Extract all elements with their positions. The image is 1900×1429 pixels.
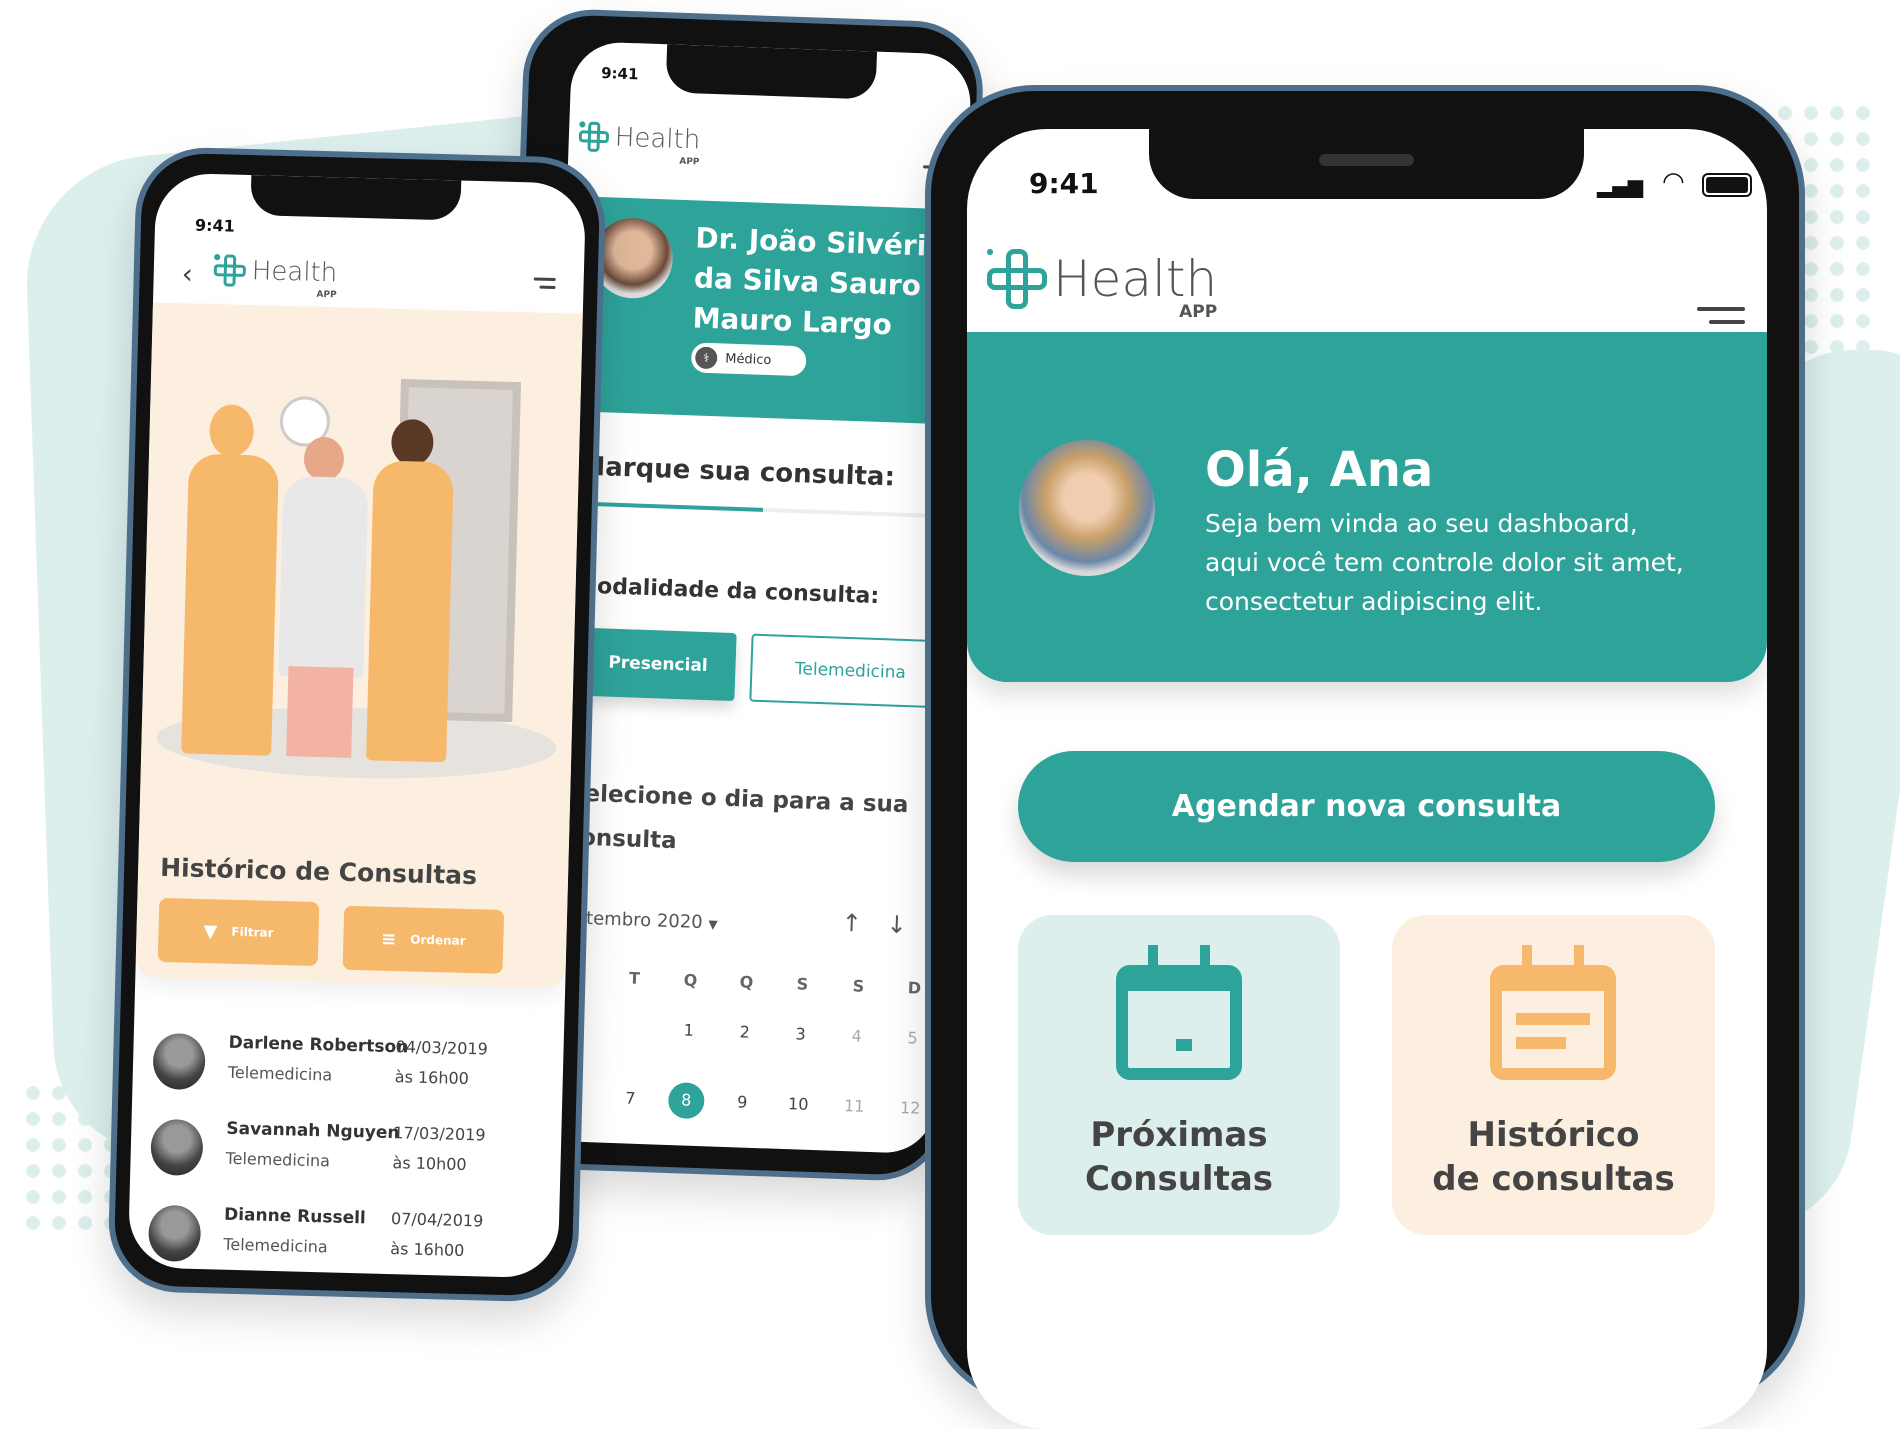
user-avatar (1019, 440, 1155, 576)
section-title: Marque sua consulta: (578, 451, 896, 493)
doctor-header: Dr. João Silvério da Silva Sauro Mauro L… (559, 195, 967, 425)
logo-text: Health (251, 256, 338, 289)
calendar-day[interactable]: 10 (783, 1094, 814, 1114)
weekday-header: T (628, 968, 641, 988)
next-month-arrow-icon[interactable]: ↓ (886, 910, 907, 939)
consultation-row[interactable]: Savannah Nguyen Telemedicina 17/03/2019 … (130, 1108, 562, 1199)
history-card[interactable]: Histórico de consultas (1392, 915, 1715, 1235)
consultation-date: 04/03/2019 (395, 1037, 489, 1059)
history-title: Histórico de Consultas (159, 852, 478, 891)
filter-button[interactable]: ▼ Filtrar (157, 897, 320, 967)
modality-label: Modalidade da consulta: (574, 573, 880, 610)
health-logo: Health APP (578, 121, 701, 167)
consultation-date: 17/03/2019 (393, 1123, 486, 1145)
upcoming-consultations-card[interactable]: Próximas Consultas (1018, 915, 1340, 1235)
calendar-day[interactable]: 3 (785, 1024, 816, 1044)
wifi-icon: ◠ (1662, 167, 1685, 197)
sort-label: Ordenar (410, 932, 466, 948)
welcome-line: aqui você tem controle dolor sit amet, (1205, 548, 1684, 577)
calendar-day[interactable]: 11 (839, 1096, 870, 1116)
consultation-time: às 16h00 (390, 1239, 465, 1260)
logo-sub: APP (679, 156, 700, 168)
calendar-day[interactable]: 4 (841, 1026, 872, 1046)
logo-sub: APP (1179, 302, 1218, 322)
card-title-line: Consultas (1084, 1159, 1274, 1199)
status-time: 9:41 (600, 64, 639, 84)
sort-button[interactable]: ≡ Ordenar (342, 905, 505, 974)
welcome-line: Seja bem vinda ao seu dashboard, (1205, 509, 1638, 538)
patient-name: Darlene Robertson (228, 1032, 409, 1058)
patient-avatar (152, 1032, 206, 1091)
calendar-day[interactable]: 12 (895, 1098, 926, 1118)
dashboard-screen: 9:41 ▂▄▆ ◠ Health APP Olá, Ana Seja bem v… (967, 129, 1767, 1429)
calendar-day[interactable]: 1 (673, 1020, 704, 1040)
menu-button[interactable] (533, 277, 556, 290)
logo-sub: APP (316, 289, 337, 301)
consultation-type: Telemedicina (227, 1062, 333, 1085)
progress-track (578, 501, 948, 519)
consultation-row[interactable]: Darlene Robertson Telemedicina 04/03/201… (132, 1022, 564, 1113)
history-screen: 9:41 ‹ Health APP Histórico de Consultas … (127, 172, 587, 1279)
card-title-line: de consultas (1432, 1159, 1675, 1199)
consultation-date: 07/04/2019 (390, 1209, 484, 1231)
phone-history: 9:41 ‹ Health APP Histórico de Consultas … (107, 146, 607, 1303)
patient-name: Savannah Nguyen (226, 1118, 400, 1144)
stethoscope-icon: ⚕ (694, 346, 718, 370)
patient-avatar (150, 1118, 204, 1177)
presencial-button[interactable]: Presencial (579, 627, 737, 702)
patient-name: Dianne Russell (223, 1204, 367, 1229)
weekday-header: S (852, 976, 865, 996)
menu-button[interactable] (1697, 307, 1745, 324)
cross-icon (578, 121, 610, 152)
consultation-time: às 10h00 (392, 1153, 467, 1175)
welcome-banner: Olá, Ana Seja bem vinda ao seu dashboard… (967, 332, 1767, 682)
logo-text: Health (1053, 250, 1218, 308)
role-badge-label: Médico (724, 351, 772, 368)
filter-label: Filtrar (231, 924, 274, 940)
consultation-row[interactable]: Dianne Russell Telemedicina 07/04/2019 à… (128, 1194, 560, 1278)
weekday-header: Q (739, 972, 754, 992)
consultation-type: Telemedicina (223, 1234, 328, 1257)
calendar-day[interactable]: 7 (615, 1088, 646, 1108)
calendar-icon (1116, 945, 1242, 1080)
speaker (1319, 154, 1414, 166)
phone-dashboard: 9:41 ▂▄▆ ◠ Health APP Olá, Ana Seja bem v… (925, 85, 1805, 1429)
welcome-line: consectetur adipiscing elit. (1205, 587, 1543, 616)
prev-month-arrow-icon[interactable]: ↑ (841, 909, 862, 938)
greeting: Olá, Ana (1205, 442, 1434, 498)
consultation-type: Telemedicina (225, 1148, 331, 1171)
sort-icon: ≡ (380, 928, 397, 950)
signal-icon: ▂▄▆ (1597, 174, 1644, 198)
status-time: 9:41 (194, 215, 236, 236)
weekday-header: S (796, 974, 809, 994)
calendar-day[interactable]: 5 (897, 1028, 928, 1048)
back-button[interactable]: ‹ (181, 257, 193, 290)
card-title-line: Histórico (1467, 1115, 1640, 1155)
card-title-line: Próximas (1090, 1115, 1268, 1155)
cross-icon (987, 249, 1047, 309)
notch (665, 44, 878, 100)
calendar-day[interactable]: 2 (729, 1022, 760, 1042)
battery-icon (1702, 173, 1752, 197)
notch (250, 175, 462, 221)
history-header-panel: Histórico de Consultas ▼ Filtrar ≡ Ordenar (135, 302, 583, 989)
patient-avatar (147, 1204, 202, 1263)
dropdown-icon: ▼ (708, 917, 718, 932)
calendar-day[interactable]: 9 (727, 1092, 758, 1112)
consultation-time: às 16h00 (394, 1067, 470, 1089)
schedule-consultation-button[interactable]: Agendar nova consulta (1018, 751, 1715, 862)
cross-icon (213, 254, 246, 287)
health-logo: Health APP (213, 254, 338, 300)
logo-text: Health (614, 122, 701, 156)
telemedicina-button[interactable]: Telemedicina (749, 633, 952, 709)
health-logo: Health APP (987, 249, 1218, 322)
status-time: 9:41 (1029, 167, 1099, 200)
document-calendar-icon (1490, 945, 1616, 1080)
role-badge: ⚕ Médico (690, 342, 807, 377)
weekday-header: Q (683, 970, 698, 990)
progress-fill (578, 501, 764, 512)
medical-team-illustration (150, 363, 572, 824)
filter-icon: ▼ (203, 920, 218, 942)
calendar-day[interactable]: 8 (667, 1081, 705, 1120)
